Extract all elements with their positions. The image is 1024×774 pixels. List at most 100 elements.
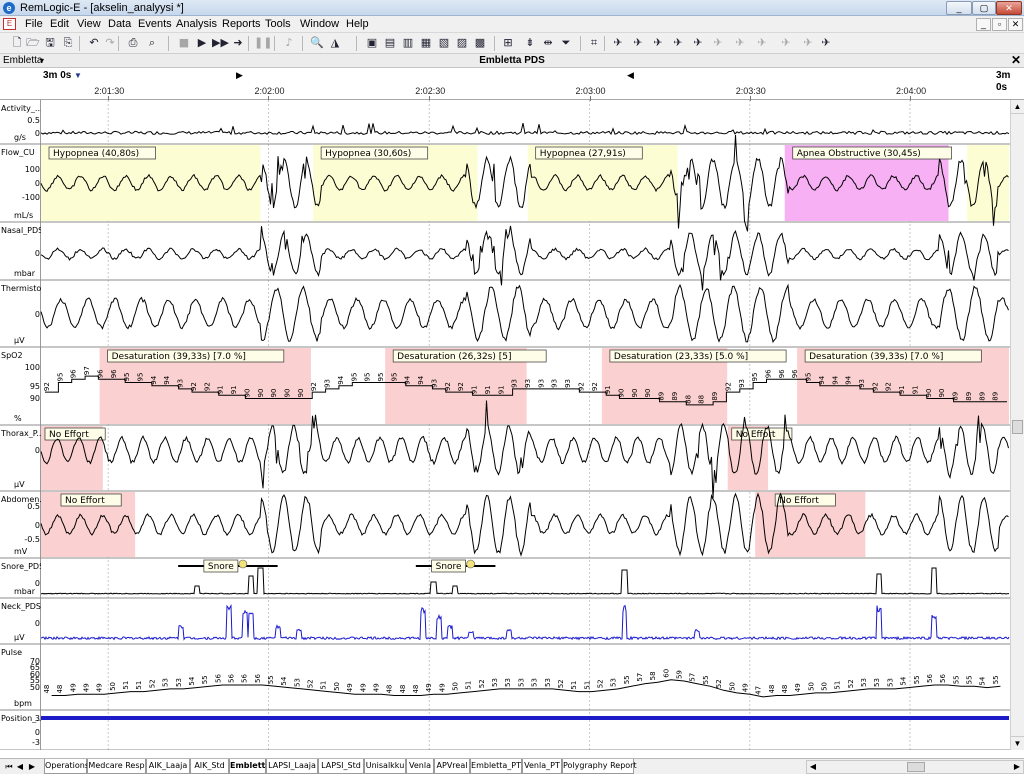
signal-view[interactable]: Activity_... g/s 0.5 0 Flow_CU mL/s 100 0 -100 Na… — [0, 100, 1010, 750]
print-icon[interactable]: ⎙ — [125, 35, 141, 51]
event-10-icon[interactable]: ✈ — [800, 35, 816, 51]
pulse-value-label: 52 — [715, 679, 723, 688]
horizontal-scrollbar[interactable]: ◀ ▶ — [806, 760, 1024, 774]
sheet-tab[interactable]: Venla — [406, 759, 434, 774]
panel-close-button[interactable]: ✕ — [1011, 54, 1021, 67]
montage-3-icon[interactable]: ▥ — [400, 35, 416, 51]
filter-icon[interactable]: ⏷ — [558, 35, 574, 51]
save-icon[interactable]: 🖫 — [42, 35, 58, 51]
time-axis-label: 2:02:00 — [254, 86, 285, 96]
sheet-tab[interactable]: LAPSI_Std — [318, 759, 364, 774]
pulse-value-label: 54 — [979, 676, 987, 685]
maximize-button[interactable]: ▢ — [972, 1, 996, 15]
minimize-button[interactable]: _ — [946, 1, 972, 15]
new-icon[interactable]: 🗋 — [9, 35, 25, 51]
sheet-tab[interactable]: AIK_Laaja — [146, 759, 190, 774]
spo2-value-label: 91 — [217, 385, 225, 394]
spo2-value-label: 89 — [658, 392, 666, 401]
fast-forward-icon[interactable]: ▶▶ — [212, 35, 229, 51]
menu-help[interactable]: Help — [346, 18, 369, 31]
play-icon[interactable]: ▶ — [194, 35, 210, 51]
sheet-tab[interactable]: AIK_Std — [190, 759, 229, 774]
event-2-icon[interactable]: ✈ — [630, 35, 646, 51]
event-8-icon[interactable]: ✈ — [754, 35, 770, 51]
event-7-icon[interactable]: ✈ — [732, 35, 748, 51]
sheet-tab[interactable]: APVreal — [434, 759, 470, 774]
first-tab-icon[interactable]: ⏮ — [4, 760, 14, 774]
event-label: Hypopnea (30,60s) — [325, 149, 411, 159]
measure-icon[interactable]: ◮ — [327, 35, 343, 51]
next-tab-icon[interactable]: ▶ — [27, 760, 37, 774]
mdi-close-button[interactable]: ✕ — [1008, 18, 1023, 31]
audio-icon[interactable]: ♪ — [281, 35, 297, 51]
event-5-icon[interactable]: ✈ — [690, 35, 706, 51]
snore-marker-icon[interactable] — [466, 559, 475, 569]
event-9-icon[interactable]: ✈ — [778, 35, 794, 51]
scroll-left-icon[interactable]: ◀ — [807, 761, 819, 773]
sheet-tab[interactable]: Polygraphy Report — [562, 759, 637, 774]
zoom-icon[interactable]: 🔍 — [309, 35, 325, 51]
toolbar-separator — [356, 36, 357, 51]
sheet-tab[interactable]: Operations — [44, 759, 89, 774]
mdi-restore-button[interactable]: ▫ — [992, 18, 1007, 31]
event-1-icon[interactable]: ✈ — [610, 35, 626, 51]
copy-icon[interactable]: ⎘ — [60, 35, 76, 51]
montage-5-icon[interactable]: ▧ — [436, 35, 452, 51]
prev-tab-icon[interactable]: ◀ — [15, 760, 25, 774]
menu-tools[interactable]: Tools — [265, 18, 291, 31]
menu-data[interactable]: Data — [108, 18, 131, 31]
mdi-minimize-button[interactable]: _ — [976, 18, 991, 31]
spo2-value-label: 96 — [791, 369, 799, 378]
sheet-tab[interactable]: LAPSI_Laaja — [266, 759, 318, 774]
document-icon[interactable]: E — [3, 18, 16, 30]
event-3-icon[interactable]: ✈ — [650, 35, 666, 51]
sheet-tab[interactable]: Embletta — [229, 759, 271, 774]
step-forward-icon[interactable]: ➜ — [230, 35, 246, 51]
menu-window[interactable]: Window — [300, 18, 339, 31]
signal-canvas[interactable]: Hypopnea (40,80s) Hypopnea (30,60s) Hypopn… — [0, 100, 1010, 750]
sheet-tab[interactable]: Venla_PT — [522, 759, 562, 774]
spo2-value-label: 92 — [203, 382, 211, 391]
redo-icon[interactable]: ↷ — [102, 35, 118, 51]
scroll-thumb-horizontal[interactable] — [907, 762, 925, 772]
analysis-icon[interactable]: ⊞ — [500, 35, 516, 51]
montage-4-icon[interactable]: ▦ — [418, 35, 434, 51]
montage-2-icon[interactable]: ▤ — [382, 35, 398, 51]
sheet-tab[interactable]: Medcare Resp — [87, 759, 146, 774]
menu-view[interactable]: View — [77, 18, 101, 31]
open-icon[interactable]: 🗁 — [25, 35, 41, 51]
pause-icon[interactable]: ❚❚ — [254, 35, 272, 51]
stop-icon[interactable]: ■ — [176, 35, 192, 51]
cursor-start-marker[interactable]: ▶ — [236, 70, 243, 80]
montage-6-icon[interactable]: ▨ — [454, 35, 470, 51]
event-11-icon[interactable]: ✈ — [818, 35, 834, 51]
caret-down-icon[interactable]: ▼ — [74, 71, 82, 81]
snore-marker-icon[interactable] — [238, 559, 248, 569]
menu-edit[interactable]: Edit — [50, 18, 69, 31]
time-span-selector[interactable]: 3m 0s — [43, 70, 71, 82]
menu-file[interactable]: File — [25, 18, 43, 31]
cursor-icon[interactable]: ⇟ — [522, 35, 538, 51]
menu-analysis[interactable]: Analysis — [176, 18, 217, 31]
scroll-right-icon[interactable]: ▶ — [1011, 761, 1023, 773]
event-6-icon[interactable]: ✈ — [710, 35, 726, 51]
cursor-end-marker[interactable]: ◀ — [627, 70, 634, 80]
scroll-up-icon[interactable]: ▲ — [1011, 100, 1024, 114]
grid-icon[interactable]: ⌗ — [586, 35, 602, 51]
close-button[interactable]: ✕ — [996, 1, 1022, 15]
sheet-tab[interactable]: Embletta_PT — [470, 759, 522, 774]
menu-reports[interactable]: Reports — [222, 18, 261, 31]
menu-events[interactable]: Events — [138, 18, 172, 31]
event-4-icon[interactable]: ✈ — [670, 35, 686, 51]
spo2-value-label: 93 — [511, 379, 519, 388]
montage-7-icon[interactable]: ▩ — [472, 35, 488, 51]
undo-icon[interactable]: ↶ — [86, 35, 102, 51]
split-icon[interactable]: ⇹ — [540, 35, 556, 51]
sheet-tab[interactable]: Unisalkku — [364, 759, 406, 774]
scroll-down-icon[interactable]: ▼ — [1011, 736, 1024, 750]
montage-1-icon[interactable]: ▣ — [364, 35, 380, 51]
event-region-flow[interactable] — [967, 145, 1009, 221]
print-preview-icon[interactable]: ⌕ — [144, 35, 160, 51]
scroll-thumb[interactable] — [1012, 420, 1023, 434]
vertical-scrollbar[interactable]: ▲ ▼ — [1010, 100, 1024, 750]
